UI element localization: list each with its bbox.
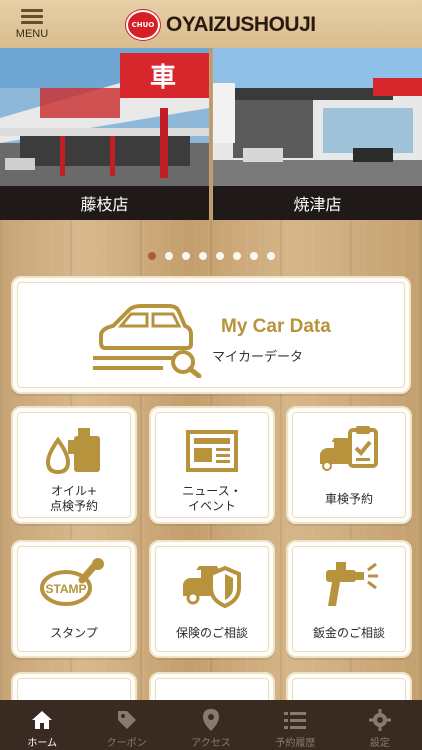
location-pin-icon (203, 709, 220, 731)
news-events-button[interactable]: ニュース・ イベント (149, 406, 275, 524)
brand-logo: CHUO OYAIZUSHOUJI (126, 10, 316, 40)
stamp-icon: STAMP (40, 558, 104, 606)
pagination-dot[interactable] (181, 252, 190, 260)
pagination-dot[interactable] (232, 252, 241, 260)
stamp-button[interactable]: STAMP スタンプ (11, 540, 137, 658)
home-icon (32, 711, 53, 729)
newspaper-icon (186, 430, 238, 472)
my-car-subtitle: マイカーデータ (212, 350, 304, 365)
pagination-dot[interactable] (266, 252, 275, 260)
menu-button[interactable]: MENU (10, 6, 54, 44)
tab-settings[interactable]: 設定 (338, 700, 422, 750)
spray-gun-icon (326, 562, 378, 606)
tab-access[interactable]: アクセス (169, 700, 253, 750)
tile-label: ニュース・ イベント (182, 484, 242, 513)
car-checklist-icon (320, 426, 378, 471)
logo-text: OYAIZUSHOUJI (166, 13, 316, 36)
pagination-dot[interactable] (249, 252, 258, 260)
car-shield-icon (183, 565, 241, 608)
tile-label: オイル+ 点検予約 (49, 484, 98, 513)
slide-caption: 藤枝店 (0, 186, 209, 220)
my-car-title: My Car Data (221, 316, 331, 337)
tile-label: スタンプ (50, 626, 98, 640)
bottom-nav: ホーム クーポン アクセス 予約履歴 設定 (0, 700, 422, 750)
svg-text:STAMP: STAMP (45, 582, 86, 596)
tab-label: 設定 (369, 738, 390, 749)
pagination-dot[interactable] (198, 252, 207, 260)
tab-label: 予約履歴 (275, 738, 316, 749)
my-car-data-button[interactable]: My Car Data マイカーデータ (11, 276, 411, 394)
tab-coupon[interactable]: クーポン (84, 700, 168, 750)
list-icon (284, 712, 307, 729)
tab-home[interactable]: ホーム (0, 700, 84, 750)
tile-label: 鈑金のご相談 (312, 626, 385, 640)
bodywork-consult-button[interactable]: 鈑金のご相談 (286, 540, 412, 658)
tag-icon (117, 711, 136, 729)
tile-label: 車検予約 (324, 492, 373, 506)
oil-inspection-button[interactable]: オイル+ 点検予約 (11, 406, 137, 524)
tab-reservation-history[interactable]: 予約履歴 (253, 700, 337, 750)
store-photo (213, 48, 422, 186)
app-header: MENU CHUO OYAIZUSHOUJI (0, 0, 422, 48)
hamburger-icon (10, 9, 54, 24)
shaken-reservation-button[interactable]: 車検予約 (286, 406, 412, 524)
logo-badge: CHUO (126, 10, 160, 40)
menu-label: MENU (15, 28, 49, 40)
slide-yaizu[interactable]: 焼津店 (213, 48, 422, 220)
car-search-icon (93, 304, 202, 378)
pagination-dot[interactable] (147, 252, 156, 260)
insurance-consult-button[interactable]: 保険のご相談 (149, 540, 275, 658)
slide-fujieda[interactable]: 車 藤枝店 (0, 48, 209, 220)
pagination-dot[interactable] (164, 252, 173, 260)
tab-label: ホーム (27, 738, 58, 749)
tile-label: 保険のご相談 (175, 626, 248, 640)
pagination-dot[interactable] (215, 252, 224, 260)
store-photo: 車 (0, 48, 209, 186)
slider-pagination (0, 252, 422, 260)
store-slider[interactable]: 車 藤枝店 焼津店 (0, 48, 422, 220)
slide-caption: 焼津店 (213, 186, 422, 220)
tab-label: アクセス (191, 738, 231, 749)
oil-can-icon (45, 428, 100, 475)
gear-icon (368, 709, 391, 731)
svg-text:車: 車 (150, 63, 176, 93)
tab-label: クーポン (106, 738, 147, 749)
